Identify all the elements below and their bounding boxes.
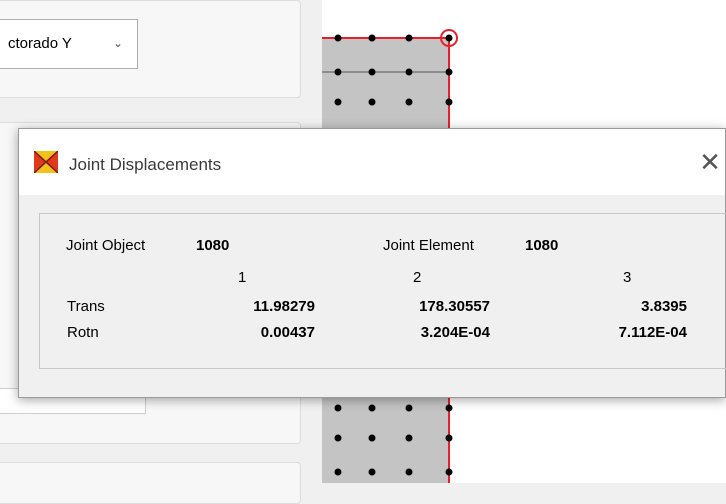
joint-object-value: 1080 [196,237,230,254]
joint-node[interactable] [445,468,453,476]
joint-node[interactable] [368,68,376,76]
joint-node[interactable] [368,34,376,42]
rotn-value-3: 7.112E-04 [618,324,687,341]
joint-node[interactable] [334,434,342,442]
panel-group-bottom [0,462,301,504]
joint-node[interactable] [368,468,376,476]
close-icon[interactable]: ✕ [693,147,726,177]
joint-node[interactable] [445,404,453,412]
joint-node[interactable] [334,68,342,76]
column-header-3: 3 [623,269,632,286]
joint-node[interactable] [405,98,413,106]
column-header-1: 1 [238,269,247,286]
dialog-title: Joint Displacements [69,155,222,174]
dialog-titlebar: Joint Displacements ✕ [19,129,725,195]
trans-value-2: 178.30557 [419,298,490,315]
joint-displacements-dialog: Joint Displacements ✕ Joint Object 1080 … [18,128,726,398]
joint-node[interactable] [445,68,453,76]
joint-node[interactable] [405,34,413,42]
joint-node[interactable] [445,98,453,106]
joint-node[interactable] [334,404,342,412]
joint-node[interactable] [334,34,342,42]
sap2000-app-icon [34,151,58,173]
joint-element-value: 1080 [525,237,559,254]
joint-node[interactable] [368,434,376,442]
joint-node[interactable] [405,468,413,476]
rotn-value-1: 0.00437 [260,324,315,341]
trans-value-3: 3.8395 [641,298,687,315]
row-label-rotn: Rotn [67,324,99,341]
load-combo-dropdown[interactable]: ctorado Y ⌄ [0,19,138,69]
joint-node[interactable] [368,404,376,412]
joint-node[interactable] [405,434,413,442]
rotn-value-2: 3.204E-04 [420,324,490,341]
joint-object-label: Joint Object [66,237,146,254]
joint-node[interactable] [405,404,413,412]
chevron-down-icon: ⌄ [112,36,123,50]
joint-node[interactable] [334,468,342,476]
combo-value: ctorado Y [8,35,72,52]
row-label-trans: Trans [67,298,105,315]
column-header-2: 2 [413,269,422,286]
joint-element-label: Joint Element [383,237,474,254]
joint-node[interactable] [334,98,342,106]
joint-node[interactable] [445,434,453,442]
trans-value-1: 11.98279 [253,298,315,315]
joint-node[interactable] [445,34,453,42]
joint-node[interactable] [368,98,376,106]
joint-node[interactable] [405,68,413,76]
